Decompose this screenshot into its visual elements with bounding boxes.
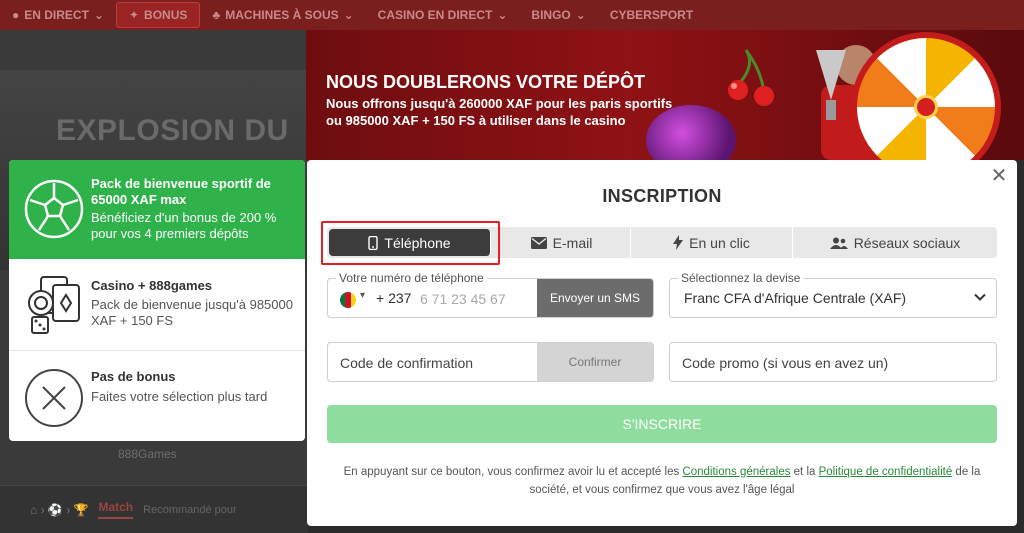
- phone-field: Votre numéro de téléphone ▾ + 237 Envoye…: [327, 271, 654, 318]
- bonus-selection-panel: Pack de bienvenue sportif de 65000 XAF m…: [9, 160, 305, 441]
- nav-label: EN DIRECT: [24, 8, 89, 22]
- chevron-down-icon: ⌄: [497, 8, 508, 22]
- chevron-down-icon: ⌄: [93, 8, 104, 22]
- lightning-icon: [673, 235, 684, 250]
- nav-item-live[interactable]: ● EN DIRECT ⌄: [0, 0, 116, 30]
- tab-label: E-mail: [552, 234, 593, 251]
- home-icon[interactable]: ⌂ › ⚽ › 🏆: [30, 503, 88, 517]
- nav-label: CYBERSPORT: [609, 8, 694, 22]
- nav-item-slots[interactable]: ♣ MACHINES À SOUS ⌄: [200, 0, 365, 30]
- currency-field-label: Sélectionnez la devise: [678, 271, 804, 285]
- tab-one-click[interactable]: En un clic: [631, 227, 793, 258]
- send-sms-button[interactable]: Envoyer un SMS: [537, 279, 653, 317]
- envelope-icon: [530, 236, 547, 249]
- currency-value: Franc CFA d'Afrique Centrale (XAF): [684, 290, 907, 306]
- wheel-center: [914, 95, 938, 119]
- nav-label: CASINO EN DIRECT: [377, 8, 493, 22]
- background-hero-title: EXPLOSION DU: [56, 114, 289, 147]
- live-icon: ●: [12, 8, 20, 22]
- soccer-ball-icon: [24, 179, 84, 239]
- phone-field-label: Votre numéro de téléphone: [336, 271, 487, 285]
- tab-match[interactable]: Match: [98, 500, 134, 519]
- phone-icon: [368, 235, 379, 250]
- close-button[interactable]: ✕: [989, 166, 1009, 186]
- confirmation-code-input[interactable]: [340, 352, 530, 374]
- promo-code-field: [669, 342, 997, 382]
- background-bottom-bar: ⌂ › ⚽ › 🏆 Match Recommandé pour: [0, 485, 308, 533]
- cameroon-flag-icon[interactable]: [340, 292, 356, 308]
- bonus-option-casino[interactable]: Casino + 888games Pack de bienvenue jusq…: [9, 259, 305, 351]
- phone-input[interactable]: [420, 288, 535, 310]
- terms-link[interactable]: Conditions générales: [682, 466, 790, 478]
- bonus-option-desc: Faites votre sélection plus tard: [91, 389, 268, 404]
- chevron-down-icon: ⌄: [343, 8, 354, 22]
- chevron-down-icon: [974, 293, 986, 301]
- bonus-option-sport[interactable]: Pack de bienvenue sportif de 65000 XAF m…: [9, 160, 305, 259]
- cherries-illustration: [728, 49, 774, 106]
- bonus-option-title: Pas de bonus: [91, 369, 176, 384]
- tab-email[interactable]: E-mail: [493, 227, 631, 258]
- tab-label: En un clic: [689, 234, 750, 251]
- promo-code-input[interactable]: [682, 352, 982, 374]
- tab-social[interactable]: Réseaux sociaux: [793, 227, 997, 258]
- tab-label: Téléphone: [384, 234, 451, 251]
- nav-item-bonus[interactable]: ✦ BONUS: [115, 2, 201, 28]
- bonus-option-title: Casino + 888games: [91, 278, 213, 293]
- tab-phone[interactable]: Téléphone: [329, 229, 491, 256]
- bonus-option-desc: Pack de bienvenue jusqu'à 985000 XAF + 1…: [91, 297, 293, 328]
- registration-tabs: Téléphone E-mail En un clic Réseaux soci…: [327, 227, 997, 258]
- slot-icon: ♣: [212, 8, 221, 22]
- casino-cards-icon: [28, 276, 80, 334]
- bonus-option-none[interactable]: Pas de bonus Faites votre sélection plus…: [9, 351, 305, 441]
- banner-line-sports: Nous offrons jusqu'à 260000 XAF pour les…: [326, 96, 673, 111]
- registration-modal: ✕ INSCRIPTION Téléphone E-mail En un cli…: [307, 160, 1017, 526]
- confirmation-code-field: Confirmer: [327, 342, 654, 382]
- currency-select[interactable]: Sélectionnez la devise Franc CFA d'Afriq…: [669, 271, 997, 318]
- tab-recommended[interactable]: Recommandé pour: [143, 504, 237, 516]
- no-bonus-icon: [25, 369, 83, 427]
- confirm-button[interactable]: Confirmer: [537, 343, 653, 381]
- gift-icon: ✦: [128, 8, 140, 22]
- dial-code: + 237: [376, 290, 412, 306]
- plum-illustration: [646, 105, 736, 160]
- bonus-option-desc: Bénéficiez d'un bonus de 200 % pour vos …: [91, 210, 277, 241]
- background-games-label: 888Games: [118, 447, 177, 461]
- nav-label: BINGO: [531, 8, 571, 22]
- top-navigation: ● EN DIRECT ⌄ ✦ BONUS ♣ MACHINES À SOUS …: [0, 0, 1024, 30]
- legal-notice: En appuyant sur ce bouton, vous confirme…: [343, 466, 981, 496]
- promo-banner: NOUS DOUBLERONS VOTRE DÉPÔT Nous offrons…: [306, 30, 1024, 160]
- nav-label: BONUS: [144, 8, 188, 22]
- tab-label: Réseaux sociaux: [853, 234, 961, 251]
- nav-label: MACHINES À SOUS: [225, 8, 339, 22]
- privacy-policy-link[interactable]: Politique de confidentialité: [819, 466, 953, 478]
- banner-line-casino: ou 985000 XAF + 150 FS à utiliser dans l…: [326, 113, 626, 128]
- signup-button[interactable]: S'INSCRIRE: [327, 405, 997, 443]
- nav-item-bingo[interactable]: BINGO ⌄: [519, 0, 597, 30]
- nav-item-live-casino[interactable]: CASINO EN DIRECT ⌄: [366, 0, 520, 30]
- chevron-down-icon: ⌄: [575, 8, 586, 22]
- nav-item-cybersport[interactable]: CYBERSPORT: [598, 0, 705, 30]
- users-icon: [829, 237, 848, 249]
- bonus-option-title: Pack de bienvenue sportif de 65000 XAF m…: [91, 176, 271, 207]
- chevron-down-icon[interactable]: ▾: [360, 290, 365, 301]
- modal-title: INSCRIPTION: [602, 186, 722, 206]
- banner-title: NOUS DOUBLERONS VOTRE DÉPÔT: [326, 72, 646, 92]
